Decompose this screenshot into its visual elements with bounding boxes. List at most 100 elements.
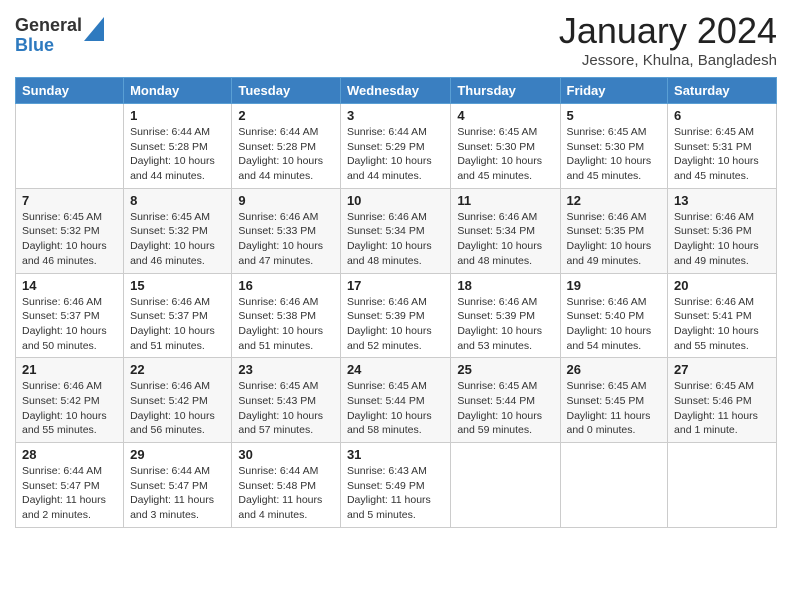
location: Jessore, Khulna, Bangladesh (559, 52, 777, 69)
calendar-cell: 7Sunrise: 6:45 AM Sunset: 5:32 PM Daylig… (16, 188, 124, 273)
calendar-cell: 5 Sunrise: 6:45 AM Sunset: 5:30 PM Daylig… (560, 104, 668, 189)
page-header: General Blue January 2024 Jessore, Khuln… (15, 10, 777, 69)
calendar-cell: 24Sunrise: 6:45 AM Sunset: 5:44 PM Dayli… (340, 358, 450, 443)
calendar-header-row: SundayMondayTuesdayWednesdayThursdayFrid… (16, 78, 777, 104)
calendar-day-header: Saturday (668, 78, 777, 104)
day-info: Sunrise: 6:46 AM Sunset: 5:36 PM Dayligh… (674, 210, 770, 269)
day-number: 7 (22, 193, 117, 208)
calendar-cell: 30 Sunrise: 6:44 AM Sunset: 5:48 PM Dayli… (232, 443, 341, 528)
month-title: January 2024 (559, 10, 777, 52)
day-number: 29 (130, 447, 225, 462)
logo-general: General (15, 16, 82, 36)
day-number: 22 (130, 362, 225, 377)
day-number: 30 (238, 447, 334, 462)
title-section: January 2024 Jessore, Khulna, Bangladesh (559, 10, 777, 69)
day-info: Sunrise: 6:46 AM Sunset: 5:37 PM Dayligh… (22, 295, 117, 354)
calendar-cell: 9 Sunrise: 6:46 AM Sunset: 5:33 PM Daylig… (232, 188, 341, 273)
logo: General Blue (15, 16, 104, 56)
day-info: Sunrise: 6:46 AM Sunset: 5:38 PM Dayligh… (238, 295, 334, 354)
day-number: 11 (457, 193, 553, 208)
day-info: Sunrise: 6:45 AM Sunset: 5:30 PM Dayligh… (567, 125, 662, 184)
calendar-cell: 28 Sunrise: 6:44 AM Sunset: 5:47 PM Dayli… (16, 443, 124, 528)
calendar-cell: 23 Sunrise: 6:45 AM Sunset: 5:43 PM Dayli… (232, 358, 341, 443)
calendar-cell: 3Sunrise: 6:44 AM Sunset: 5:29 PM Daylig… (340, 104, 450, 189)
day-info: Sunrise: 6:45 AM Sunset: 5:46 PM Dayligh… (674, 379, 770, 438)
calendar-cell (668, 443, 777, 528)
calendar-day-header: Friday (560, 78, 668, 104)
day-info: Sunrise: 6:44 AM Sunset: 5:28 PM Dayligh… (238, 125, 334, 184)
calendar-cell (16, 104, 124, 189)
day-info: Sunrise: 6:45 AM Sunset: 5:43 PM Dayligh… (238, 379, 334, 438)
day-info: Sunrise: 6:44 AM Sunset: 5:47 PM Dayligh… (130, 464, 225, 523)
day-number: 16 (238, 278, 334, 293)
calendar-cell: 31Sunrise: 6:43 AM Sunset: 5:49 PM Dayli… (340, 443, 450, 528)
day-info: Sunrise: 6:45 AM Sunset: 5:45 PM Dayligh… (567, 379, 662, 438)
calendar-week-row: 14 Sunrise: 6:46 AM Sunset: 5:37 PM Dayli… (16, 273, 777, 358)
day-number: 15 (130, 278, 225, 293)
day-number: 2 (238, 108, 334, 123)
calendar-cell: 11 Sunrise: 6:46 AM Sunset: 5:34 PM Dayli… (451, 188, 560, 273)
calendar-week-row: 7Sunrise: 6:45 AM Sunset: 5:32 PM Daylig… (16, 188, 777, 273)
calendar-cell (451, 443, 560, 528)
logo-blue: Blue (15, 36, 82, 56)
calendar-cell: 4 Sunrise: 6:45 AM Sunset: 5:30 PM Daylig… (451, 104, 560, 189)
calendar-cell: 17 Sunrise: 6:46 AM Sunset: 5:39 PM Dayli… (340, 273, 450, 358)
calendar-cell: 16 Sunrise: 6:46 AM Sunset: 5:38 PM Dayli… (232, 273, 341, 358)
day-number: 13 (674, 193, 770, 208)
day-number: 28 (22, 447, 117, 462)
day-info: Sunrise: 6:44 AM Sunset: 5:28 PM Dayligh… (130, 125, 225, 184)
calendar-week-row: 28 Sunrise: 6:44 AM Sunset: 5:47 PM Dayli… (16, 443, 777, 528)
calendar-cell: 1 Sunrise: 6:44 AM Sunset: 5:28 PM Daylig… (124, 104, 232, 189)
day-number: 19 (567, 278, 662, 293)
day-number: 18 (457, 278, 553, 293)
day-number: 1 (130, 108, 225, 123)
day-number: 14 (22, 278, 117, 293)
day-number: 23 (238, 362, 334, 377)
calendar-day-header: Tuesday (232, 78, 341, 104)
calendar-cell: 21 Sunrise: 6:46 AM Sunset: 5:42 PM Dayli… (16, 358, 124, 443)
calendar-day-header: Thursday (451, 78, 560, 104)
day-info: Sunrise: 6:46 AM Sunset: 5:37 PM Dayligh… (130, 295, 225, 354)
day-info: Sunrise: 6:46 AM Sunset: 5:41 PM Dayligh… (674, 295, 770, 354)
logo-text: General Blue (15, 16, 82, 56)
calendar-cell: 8Sunrise: 6:45 AM Sunset: 5:32 PM Daylig… (124, 188, 232, 273)
calendar-cell: 26 Sunrise: 6:45 AM Sunset: 5:45 PM Dayli… (560, 358, 668, 443)
day-number: 10 (347, 193, 444, 208)
calendar-day-header: Sunday (16, 78, 124, 104)
day-info: Sunrise: 6:45 AM Sunset: 5:30 PM Dayligh… (457, 125, 553, 184)
calendar-cell: 10Sunrise: 6:46 AM Sunset: 5:34 PM Dayli… (340, 188, 450, 273)
day-number: 31 (347, 447, 444, 462)
day-number: 5 (567, 108, 662, 123)
day-number: 25 (457, 362, 553, 377)
day-info: Sunrise: 6:46 AM Sunset: 5:39 PM Dayligh… (457, 295, 553, 354)
calendar-cell: 19 Sunrise: 6:46 AM Sunset: 5:40 PM Dayli… (560, 273, 668, 358)
day-number: 17 (347, 278, 444, 293)
day-number: 21 (22, 362, 117, 377)
day-number: 20 (674, 278, 770, 293)
day-info: Sunrise: 6:46 AM Sunset: 5:42 PM Dayligh… (130, 379, 225, 438)
day-info: Sunrise: 6:45 AM Sunset: 5:44 PM Dayligh… (457, 379, 553, 438)
day-info: Sunrise: 6:46 AM Sunset: 5:34 PM Dayligh… (457, 210, 553, 269)
calendar-cell: 13 Sunrise: 6:46 AM Sunset: 5:36 PM Dayli… (668, 188, 777, 273)
calendar-day-header: Monday (124, 78, 232, 104)
day-number: 6 (674, 108, 770, 123)
calendar-cell: 12Sunrise: 6:46 AM Sunset: 5:35 PM Dayli… (560, 188, 668, 273)
day-info: Sunrise: 6:45 AM Sunset: 5:44 PM Dayligh… (347, 379, 444, 438)
calendar-cell: 6Sunrise: 6:45 AM Sunset: 5:31 PM Daylig… (668, 104, 777, 189)
day-info: Sunrise: 6:44 AM Sunset: 5:47 PM Dayligh… (22, 464, 117, 523)
calendar-cell: 22 Sunrise: 6:46 AM Sunset: 5:42 PM Dayli… (124, 358, 232, 443)
calendar-cell (560, 443, 668, 528)
day-info: Sunrise: 6:46 AM Sunset: 5:39 PM Dayligh… (347, 295, 444, 354)
day-info: Sunrise: 6:44 AM Sunset: 5:48 PM Dayligh… (238, 464, 334, 523)
day-number: 9 (238, 193, 334, 208)
day-number: 4 (457, 108, 553, 123)
day-number: 8 (130, 193, 225, 208)
calendar-cell: 25 Sunrise: 6:45 AM Sunset: 5:44 PM Dayli… (451, 358, 560, 443)
day-number: 27 (674, 362, 770, 377)
calendar-cell: 15 Sunrise: 6:46 AM Sunset: 5:37 PM Dayli… (124, 273, 232, 358)
day-number: 26 (567, 362, 662, 377)
day-info: Sunrise: 6:46 AM Sunset: 5:42 PM Dayligh… (22, 379, 117, 438)
day-info: Sunrise: 6:46 AM Sunset: 5:33 PM Dayligh… (238, 210, 334, 269)
day-info: Sunrise: 6:46 AM Sunset: 5:40 PM Dayligh… (567, 295, 662, 354)
logo-icon (84, 17, 104, 41)
